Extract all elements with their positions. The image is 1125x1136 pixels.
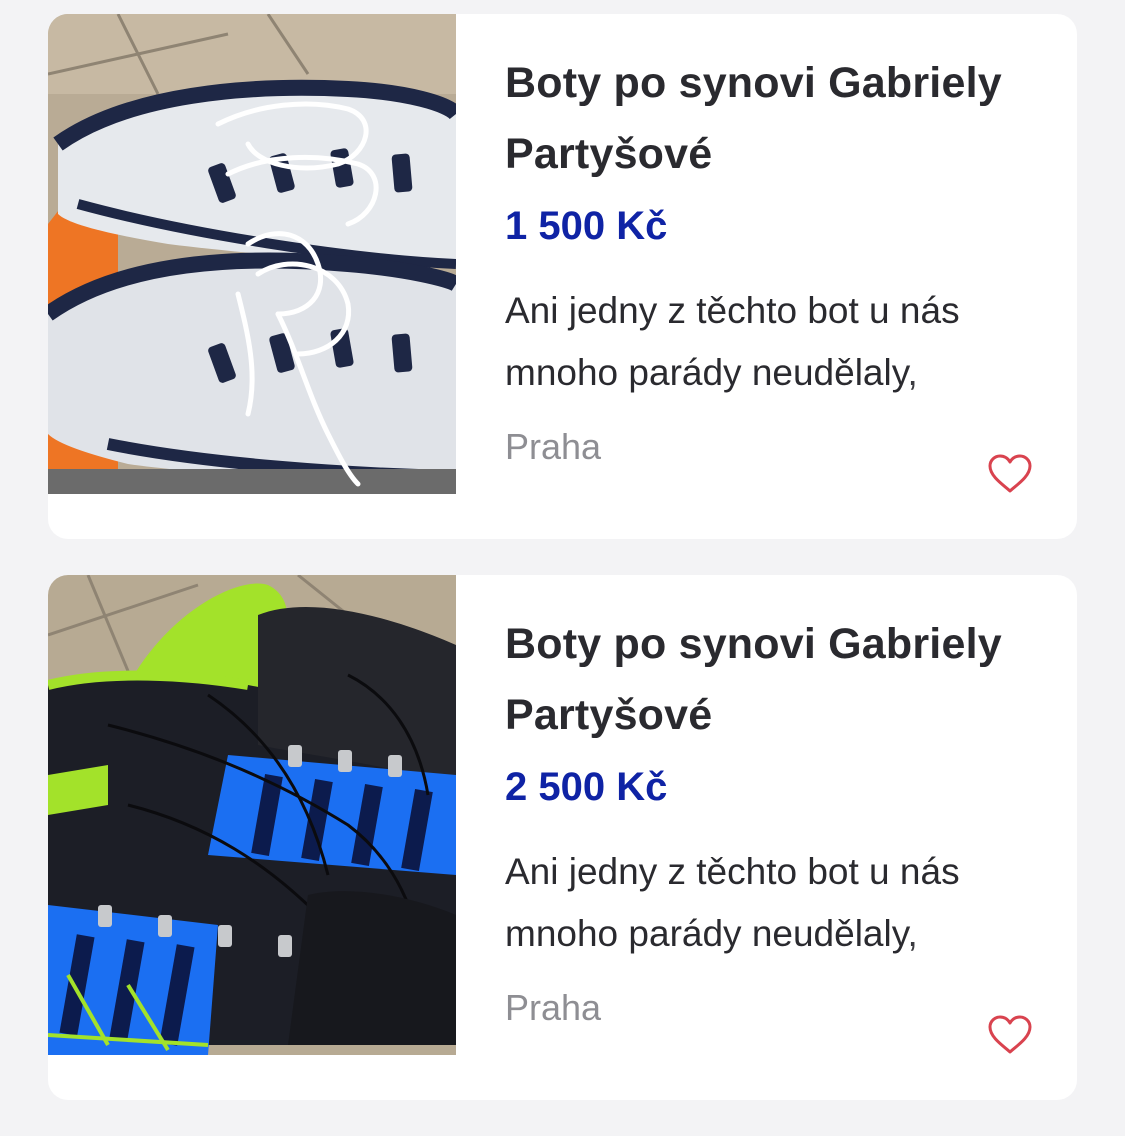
- heart-outline-icon: [988, 454, 1032, 493]
- listing-description: Ani jedny z těchto bot u nás mnoho parád…: [505, 280, 1045, 404]
- listing-card[interactable]: Boty po synovi Gabriely Partyšové 2 500 …: [48, 575, 1077, 1100]
- listing-info: Boty po synovi Gabriely Partyšové 2 500 …: [505, 609, 1045, 1033]
- listing-photo[interactable]: [48, 14, 456, 494]
- listing-info: Boty po synovi Gabriely Partyšové 1 500 …: [505, 48, 1045, 472]
- listing-price: 2 500 Kč: [505, 765, 668, 809]
- heart-outline-icon: [988, 1015, 1032, 1054]
- listing-photo[interactable]: [48, 575, 456, 1055]
- listing-location: Praha: [505, 426, 602, 467]
- listing-title[interactable]: Boty po synovi Gabriely Partyšové: [505, 609, 1045, 751]
- listing-description: Ani jedny z těchto bot u nás mnoho parád…: [505, 841, 1045, 965]
- listing-price: 1 500 Kč: [505, 204, 668, 248]
- favorite-button[interactable]: [987, 1015, 1033, 1055]
- favorite-button[interactable]: [987, 454, 1033, 494]
- listing-title[interactable]: Boty po synovi Gabriely Partyšové: [505, 48, 1045, 190]
- listings-list: Boty po synovi Gabriely Partyšové 1 500 …: [48, 14, 1077, 1136]
- listing-card[interactable]: Boty po synovi Gabriely Partyšové 1 500 …: [48, 14, 1077, 539]
- listing-location: Praha: [505, 987, 602, 1028]
